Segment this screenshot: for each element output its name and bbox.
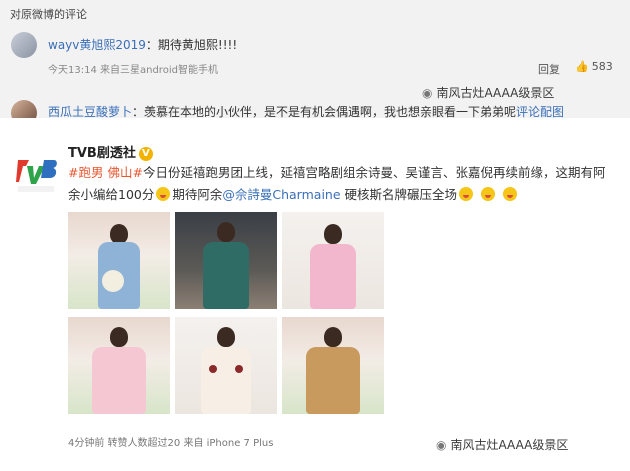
wechat-icon: ◉: [436, 438, 447, 452]
post-author[interactable]: TVB剧透社 V: [68, 142, 153, 161]
post-meta: 4分钟前 转赞人数超过20 来自 iPhone 7 Plus: [68, 438, 274, 449]
watermark-text: 南风古灶AAAA级景区: [436, 86, 555, 100]
post-photo[interactable]: [282, 317, 384, 414]
wechat-icon: ◉: [422, 86, 433, 100]
person-figure: [92, 347, 146, 414]
comment-text: ：羡慕在本地的小伙伴，是不是有机会偶遇啊，我也想亲眼看一下弟弟呢: [132, 105, 517, 119]
watermark-text: 南风古灶AAAA级景区: [450, 438, 569, 452]
hashtag-paonan[interactable]: #跑男: [68, 165, 103, 180]
post-photo[interactable]: [175, 212, 277, 309]
watermark: ◉ 南风古灶AAAA级景区: [436, 436, 568, 453]
post-photo[interactable]: [282, 212, 384, 309]
person-figure: [201, 347, 251, 414]
person-figure: [324, 224, 342, 244]
avatar[interactable]: [11, 32, 37, 58]
person-figure: [306, 347, 360, 414]
tvb-logo: [14, 152, 58, 196]
watermark: ◉ 南风古灶AAAA级景区: [422, 84, 554, 101]
section-title: 对原微博的评论: [10, 8, 87, 21]
person-figure: [110, 327, 128, 347]
emoji-icon: [459, 187, 474, 201]
like-count: 583: [591, 60, 613, 73]
verified-badge-icon: V: [138, 147, 153, 161]
mention-link[interactable]: @佘詩曼Charmaine: [222, 187, 340, 202]
reply-button[interactable]: 回复: [538, 61, 560, 77]
person-figure: [203, 242, 249, 309]
person-figure: [310, 244, 356, 309]
post-photo[interactable]: [175, 317, 277, 414]
post-text: #跑男 佛山#今日份延禧跑男团上线，延禧宫略剧组余诗曼、吴谨言、张嘉倪再续前缘，…: [68, 162, 616, 206]
comment-image-link[interactable]: 评论配图: [516, 105, 564, 119]
held-object: [102, 270, 124, 292]
comment-username[interactable]: wayv黄旭熙2019: [48, 38, 146, 52]
emoji-icon: [156, 187, 171, 201]
heart-patch: [209, 365, 217, 373]
heart-patch: [235, 365, 243, 373]
post-text-part: 期待阿余: [172, 187, 223, 202]
comment-username[interactable]: 西瓜土豆酸萝卜: [48, 105, 132, 119]
comment-line: wayv黄旭熙2019：期待黄旭熙!!!!: [48, 36, 237, 53]
emoji-icon: [481, 187, 496, 201]
post-photo[interactable]: [68, 212, 170, 309]
emoji-icon: [503, 187, 517, 201]
original-comments-panel: 对原微博的评论 wayv黄旭熙2019：期待黄旭熙!!!! 今天13:14 来自…: [0, 0, 630, 126]
photo-grid: [68, 212, 384, 416]
person-figure: [324, 327, 342, 347]
post-text-part: 硬核斯名牌碾压全场: [344, 187, 458, 202]
person-figure: [217, 327, 235, 347]
person-figure: [217, 222, 235, 242]
like-button[interactable]: 👍 583: [575, 60, 613, 73]
comment-meta: 今天13:14 来自三星android智能手机: [48, 65, 218, 76]
hashtag-foshan[interactable]: 佛山#: [107, 165, 142, 180]
comment-text: ：期待黄旭熙!!!!: [145, 38, 238, 52]
weibo-post: TVB剧透社 V #跑男 佛山#今日份延禧跑男团上线，延禧宫略剧组余诗曼、吴谨言、…: [0, 118, 630, 471]
person-figure: [110, 224, 128, 244]
thumbs-up-icon: 👍: [575, 60, 589, 73]
post-photo[interactable]: [68, 317, 170, 414]
author-name[interactable]: TVB剧透社: [68, 146, 136, 161]
